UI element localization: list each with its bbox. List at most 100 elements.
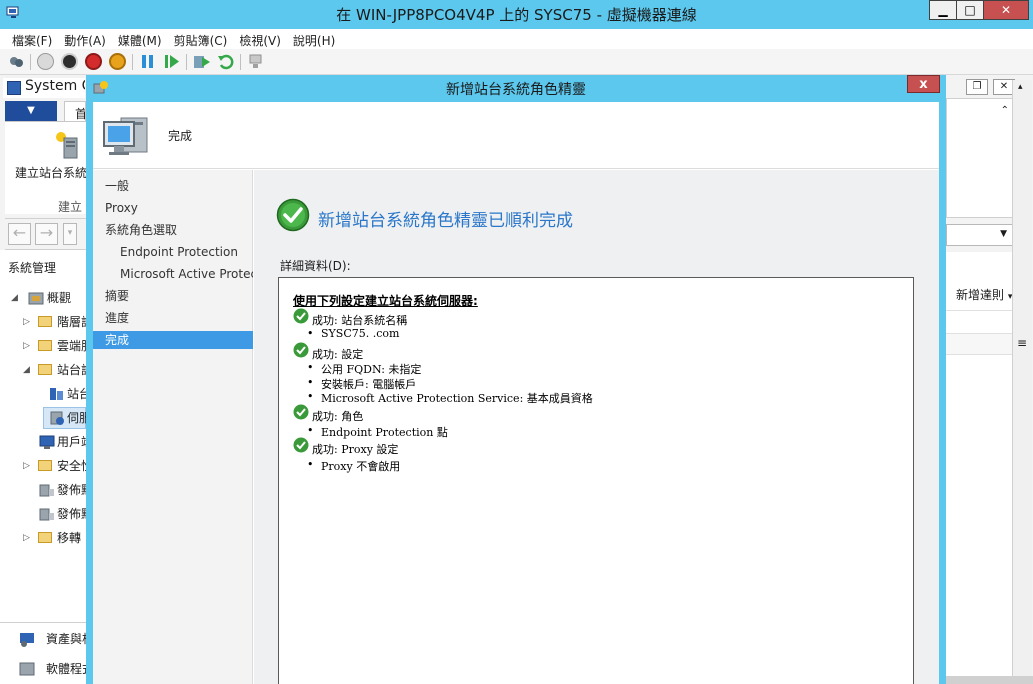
collapse-arrow-icon[interactable]: ◢ [23,365,30,375]
overview-icon [28,292,44,305]
configmgr-icon [7,81,21,95]
expand-arrow-icon[interactable]: ▷ [23,461,30,471]
success-check-icon [293,342,309,358]
checkpoint-icon[interactable] [193,53,211,70]
ctrl-alt-del-icon[interactable] [8,53,25,70]
console-title-tab: System C [3,78,85,98]
toolbar-separator [240,54,241,70]
menu-help[interactable]: 說明(H) [287,29,341,49]
create-site-system-button[interactable]: 建立站台系統 [15,164,87,181]
workspace-assets[interactable]: 資產與相 [46,630,86,648]
history-dropdown-icon[interactable]: ▾ [63,223,77,245]
file-menu-tab[interactable]: ▼ [5,101,57,122]
console-title: System C [25,78,85,94]
minimize-button[interactable]: ▁ [929,0,957,20]
wizard-steps-nav: 一般 Proxy 系統角色選取 Endpoint Protection Micr… [93,170,253,684]
toolbar-separator [132,54,133,70]
success-check-icon [293,437,309,453]
menu-view[interactable]: 檢視(V) [233,29,287,49]
tree-title: 系統管理 [8,261,57,275]
menu-file[interactable]: 檔案(F) [6,29,58,49]
step-role-selection[interactable]: 系統角色選取 [93,221,253,239]
tab-home[interactable]: 首 [64,101,86,122]
expand-arrow-icon[interactable]: ▷ [23,533,30,543]
vm-window-title: 在 WIN-JPP8PCO4V4P 上的 SYSC75 - 虛擬機器連線 [336,6,697,24]
folder-icon [38,340,52,351]
ribbon-collapse-icon[interactable]: ⌃ [1001,105,1009,116]
tree-item-site-config[interactable]: 站台設 [57,361,86,379]
step-completion[interactable]: 完成 [93,331,253,349]
create-site-system-icon[interactable] [52,130,80,160]
detail-item: Microsoft Active Protection Service: 基本成… [307,390,593,406]
step-proxy[interactable]: Proxy [93,199,253,217]
back-arrow-icon[interactable]: ← [8,223,31,245]
tree-item-overview[interactable]: 概觀 [47,289,86,307]
ribbon-group-label: 建立 [58,200,83,214]
maximize-button[interactable]: □ [956,0,984,20]
wizard-page-title: 完成 [168,129,193,143]
horizontal-scrollbar[interactable] [946,676,1033,684]
details-textbox[interactable]: 使用下列設定建立站台系統伺服器: 成功: 站台系統名稱 SYSC75. .com… [278,277,914,684]
tree-item-sites[interactable]: 站台 [67,385,86,403]
step-summary[interactable]: 摘要 [93,287,253,305]
tree-item-distribution-point-groups[interactable]: 發佈點 [57,505,86,523]
forward-arrow-icon[interactable]: → [35,223,58,245]
step-progress[interactable]: 進度 [93,309,253,327]
revert-icon[interactable] [217,53,234,70]
detail-item: Endpoint Protection 點 [307,424,448,440]
detail-status: 成功: 角色 [312,410,364,423]
restore-button[interactable]: ❐ [966,79,988,95]
tree-item-cloud[interactable]: 雲端服 [57,337,86,355]
details-header: 使用下列設定建立站台系統伺服器: [293,294,478,308]
new-rule-button[interactable]: 新增達則 ▾ [956,286,1012,303]
detail-item: SYSC75. .com [307,327,400,340]
start-icon[interactable] [37,53,54,70]
wizard-title: 新增站台系統角色精靈 [446,82,586,98]
wizard-dialog: 新增站台系統角色精靈 x 完成 一般 Proxy 系統角色選取 Endpoint… [86,75,946,684]
search-combo[interactable]: ▼ [946,224,1022,246]
menu-action[interactable]: 動作(A) [58,29,112,49]
tree-item-migration[interactable]: 移轉 [57,529,86,547]
close-button[interactable]: ✕ [983,0,1029,20]
success-check-icon [293,308,309,324]
distribution-point-group-icon [39,508,54,521]
collapse-arrow-icon[interactable]: ◢ [11,293,18,303]
menu-media[interactable]: 媒體(M) [112,29,168,49]
tree-item-hierarchy[interactable]: 階層設 [57,313,86,331]
vertical-scrollbar[interactable]: ▴ ≡ [1012,80,1032,676]
expand-arrow-icon[interactable]: ▷ [23,317,30,327]
assets-workspace-icon [20,633,34,647]
tree-item-distribution-points[interactable]: 發佈點 [57,481,86,499]
detail-status: 成功: 設定 [312,348,364,361]
pause-icon[interactable] [139,53,156,70]
scroll-grip-icon[interactable]: ≡ [1017,336,1027,350]
turn-off-icon[interactable] [61,53,78,70]
resume-icon[interactable] [163,53,180,70]
shutdown-icon[interactable] [85,53,102,70]
workspace-software-library[interactable]: 軟體程式 [46,660,86,678]
chevron-down-icon[interactable]: ▼ [1000,229,1007,239]
vm-toolbar [0,49,1033,75]
power-icon[interactable] [109,53,126,70]
folder-icon [38,460,52,471]
success-heading: 新增站台系統角色精靈已順利完成 [318,211,573,231]
step-general[interactable]: 一般 [93,177,253,195]
folder-icon [38,532,52,543]
detail-status: 成功: 站台系統名稱 [312,314,408,327]
step-endpoint-protection[interactable]: Endpoint Protection [93,243,253,261]
menu-bar: 檔案(F) 動作(A) 媒體(M) 剪貼簿(C) 檢視(V) 說明(H) [0,29,1033,49]
step-maps[interactable]: Microsoft Active Protect [93,265,253,283]
scroll-up-icon[interactable]: ▴ [1018,82,1023,92]
expand-arrow-icon[interactable]: ▷ [23,341,30,351]
software-library-icon [19,662,35,676]
details-label: 詳細資料(D): [280,259,351,273]
tree-item-client[interactable]: 用戶端 [57,433,86,451]
menu-clipboard[interactable]: 剪貼簿(C) [168,29,234,49]
detail-status: 成功: Proxy 設定 [312,443,399,456]
enhanced-session-icon[interactable] [247,53,264,70]
wizard-close-button[interactable]: x [907,75,940,93]
success-check-icon [293,404,309,420]
tree-item-servers[interactable]: 伺服 [67,409,86,427]
wizard-title-bar: 新增站台系統角色精靈 x [86,75,946,102]
tree-item-security[interactable]: 安全性 [57,457,86,475]
